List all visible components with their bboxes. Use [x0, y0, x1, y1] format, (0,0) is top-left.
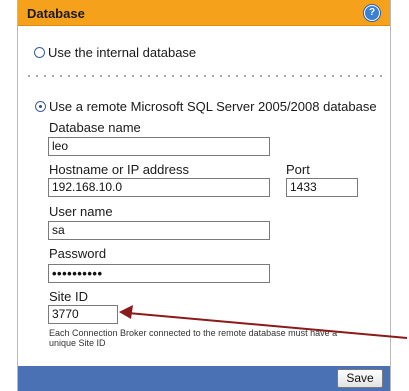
hostname-input[interactable]: 192.168.10.0 [48, 178, 270, 197]
internal-database-radio[interactable] [34, 47, 45, 58]
password-label: Password [49, 246, 107, 261]
username-label: User name [49, 204, 113, 219]
database-name-input[interactable]: leo [48, 137, 270, 156]
site-id-label: Site ID [49, 289, 89, 304]
internal-database-label[interactable]: Use the internal database [48, 45, 196, 60]
port-input[interactable]: 1433 [286, 178, 358, 197]
site-id-note: Each Connection Broker connected to the … [49, 328, 338, 348]
panel-footer: Save [18, 366, 390, 391]
database-name-label: Database name [49, 120, 141, 135]
panel-title: Database [27, 6, 85, 21]
hostname-label: Hostname or IP address [49, 162, 189, 177]
section-divider [25, 75, 383, 77]
help-icon[interactable]: ? [364, 5, 380, 21]
remote-database-radio[interactable] [35, 101, 46, 112]
username-input[interactable]: sa [48, 221, 270, 240]
site-id-input[interactable]: 3770 [48, 305, 118, 324]
database-panel: Database ? Use the internal database Use… [17, 0, 391, 391]
remote-database-label[interactable]: Use a remote Microsoft SQL Server 2005/2… [49, 99, 377, 114]
panel-header: Database ? [18, 0, 390, 26]
save-button[interactable]: Save [337, 369, 383, 388]
password-input[interactable]: •••••••••• [48, 264, 270, 283]
port-label: Port [286, 162, 310, 177]
